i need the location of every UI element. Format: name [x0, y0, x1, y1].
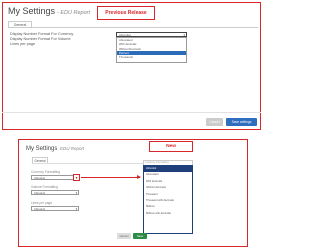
dropdown-option[interactable]: Millions with decimals: [144, 211, 192, 217]
dropdown-option[interactable]: Thousands: [117, 55, 186, 59]
footer-divider: [2, 112, 261, 113]
currency-format-label: Display Number Format For Currency: [10, 32, 74, 36]
callout-new: New: [149, 141, 193, 152]
chevron-down-icon[interactable]: ▾: [73, 174, 80, 181]
cancel-button[interactable]: Cancel: [206, 118, 223, 126]
report-name: - EDU Report: [57, 10, 91, 16]
report-name: EDU Report: [60, 146, 85, 151]
page-title: My Settings - EDU Report: [8, 6, 91, 16]
tab-divider: [8, 27, 258, 28]
currency-formatting-select[interactable]: Abrevkot: [31, 175, 79, 180]
currency-formatting-dropdown-list: Abrevkot Abreviated With decimals Withou…: [143, 165, 193, 234]
tab-divider: [32, 163, 144, 164]
volume-formatting-label: Volume Formatting: [31, 185, 58, 189]
chevron-down-icon: ▾: [75, 207, 77, 211]
callout-arrow: [81, 177, 140, 178]
page-title: My Settings EDU Report: [26, 146, 85, 152]
callout-previous-release: Previous Release: [97, 6, 155, 20]
chevron-down-icon: ▾: [75, 191, 77, 195]
previous-release-frame: [2, 2, 261, 130]
lines-per-page-label: Lines per page: [10, 42, 36, 46]
volume-formatting-select[interactable]: Abrevkot ▾: [31, 190, 79, 195]
volume-format-label: Display Number Format For Volume: [10, 37, 71, 41]
dropdown-header: Currency Formatting: [145, 161, 169, 164]
lines-per-page-label: Lines per page: [31, 201, 53, 205]
lines-per-page-select[interactable]: Abrevkot ▾: [31, 206, 79, 211]
currency-formatting-label: Currency Formatting: [31, 170, 61, 174]
currency-format-dropdown-list: Abreviated With decimals Without Decimal…: [116, 37, 187, 63]
arrow-head-icon: [137, 175, 141, 179]
cancel-button[interactable]: Cancel: [117, 233, 131, 239]
save-settings-button[interactable]: Save settings: [226, 118, 257, 126]
save-button[interactable]: Save: [133, 233, 147, 239]
